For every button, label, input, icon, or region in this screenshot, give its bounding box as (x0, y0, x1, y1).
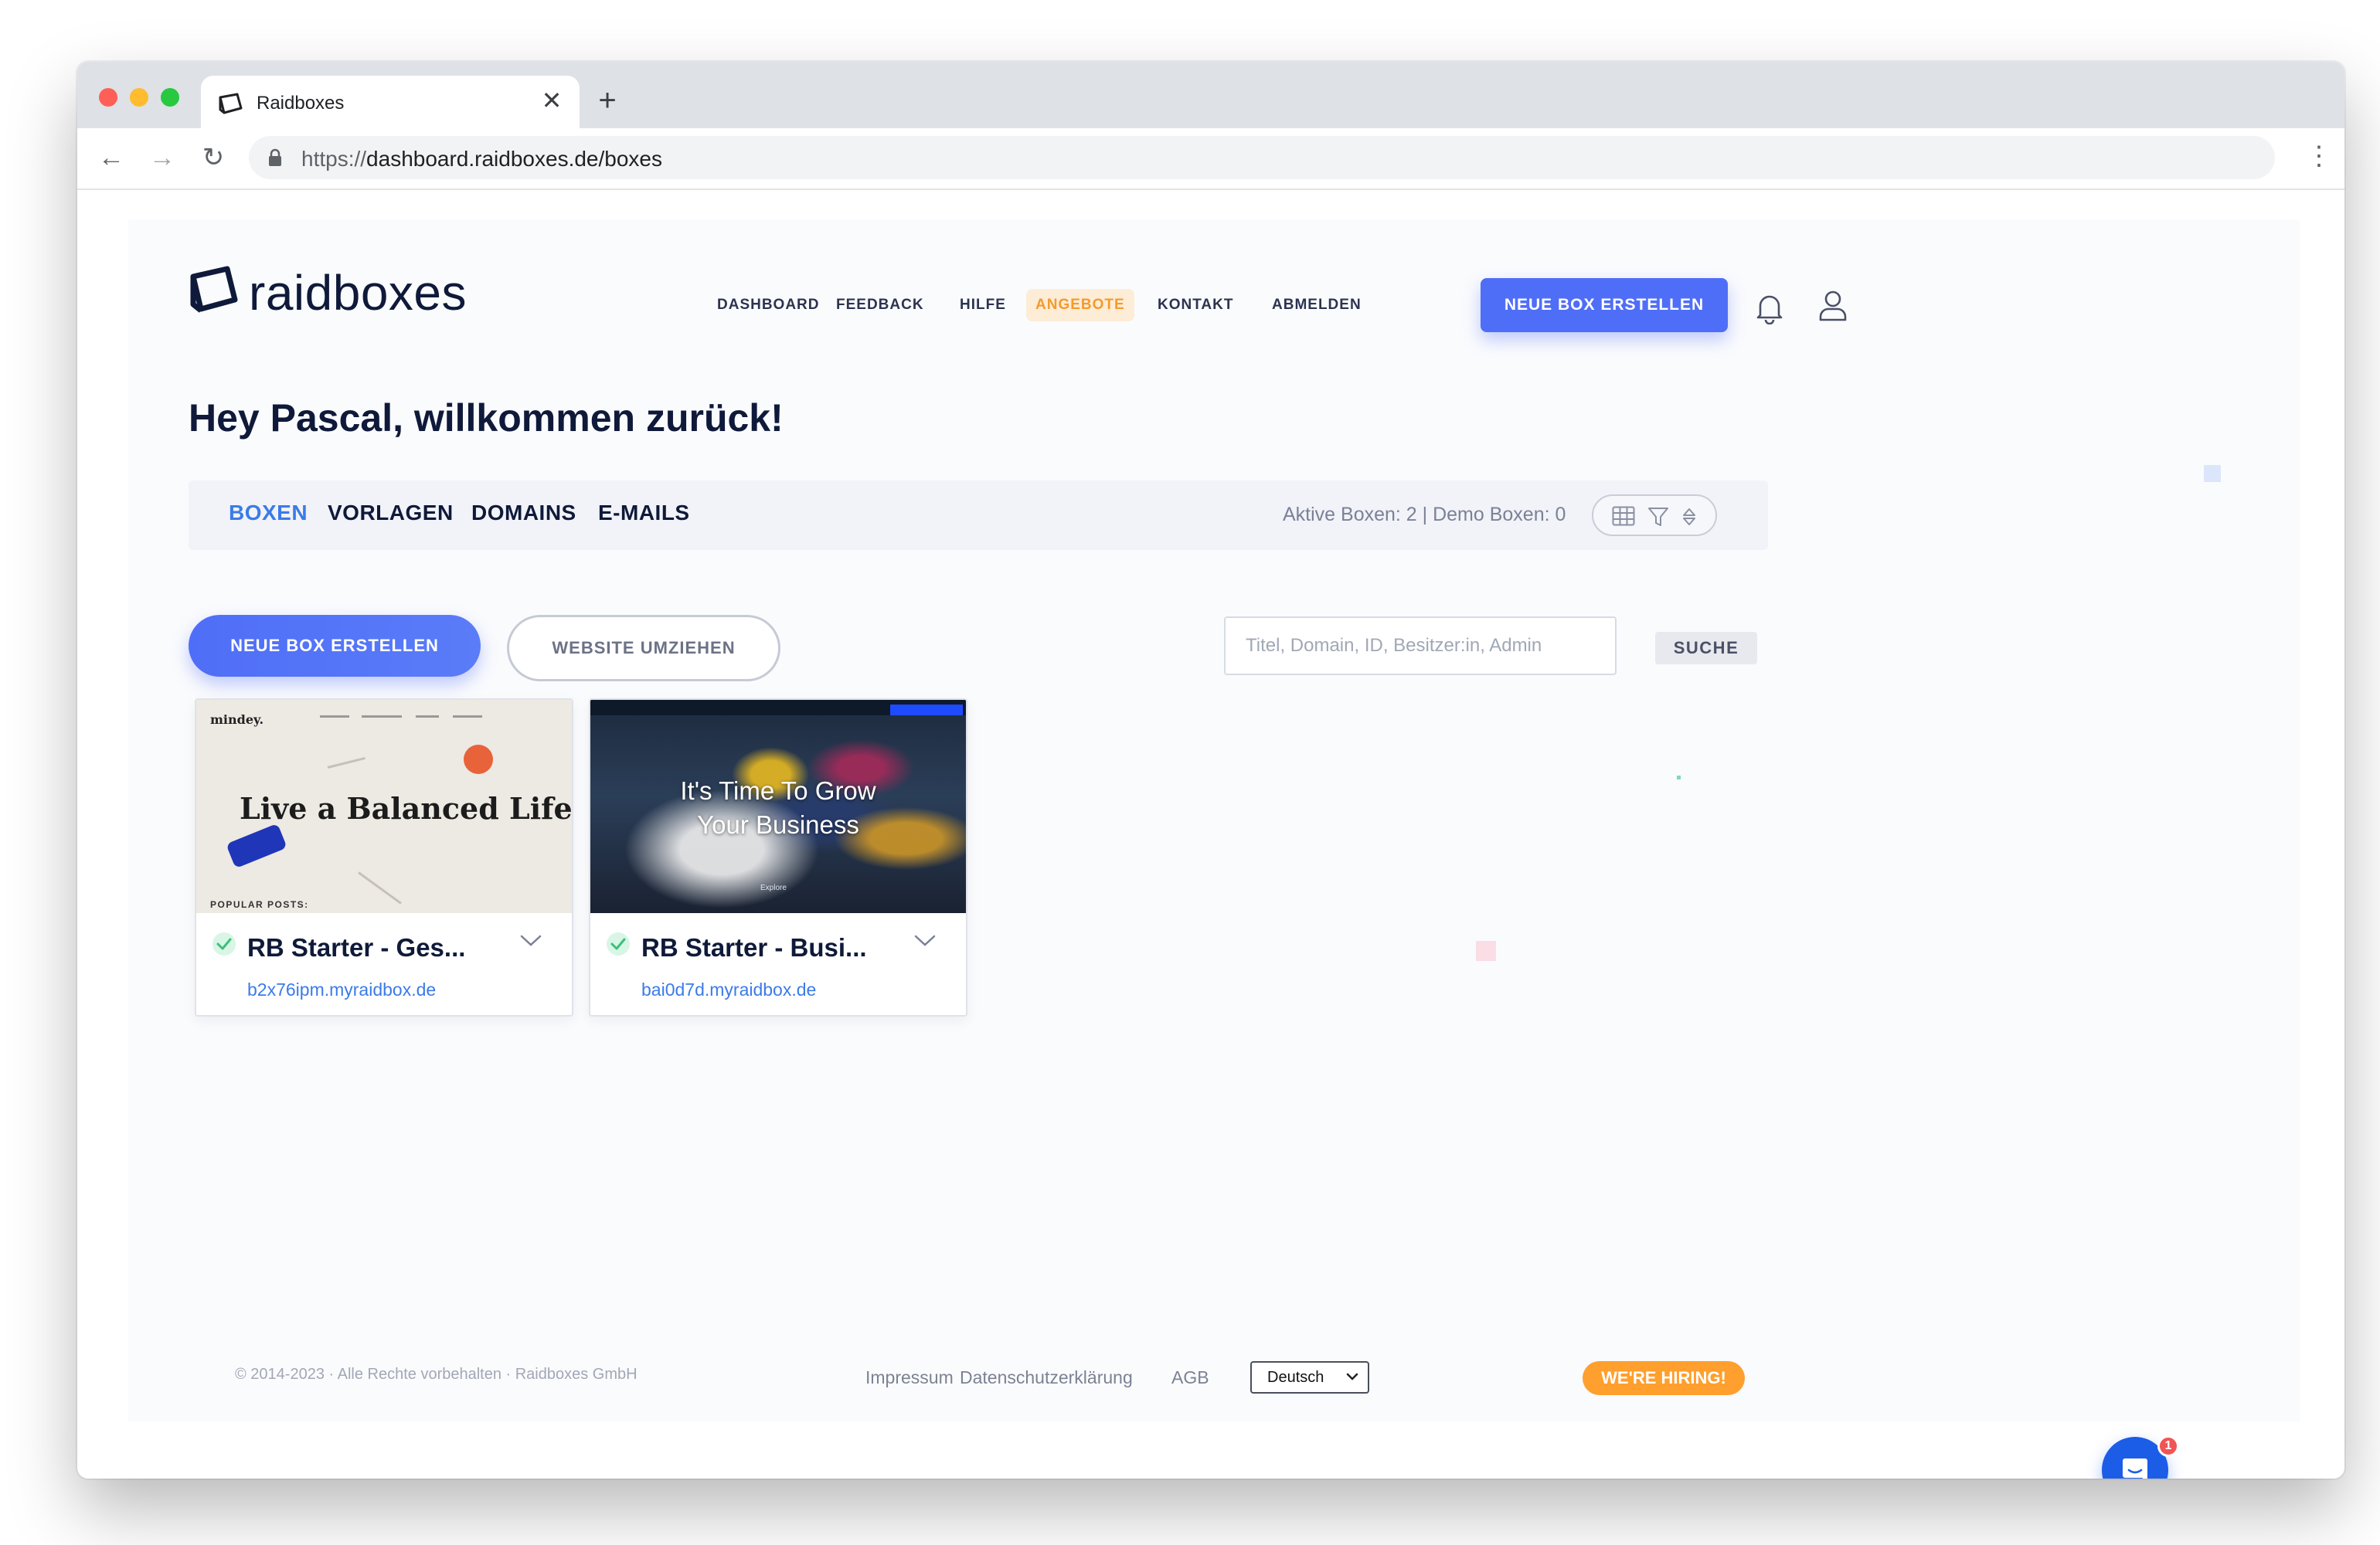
status-check-icon (212, 932, 236, 956)
grid-view-icon[interactable] (1612, 506, 1635, 526)
copyright-text: © 2014-2023 · Alle Rechte vorbehalten · … (235, 1366, 638, 1383)
browser-menu-icon[interactable]: ⋮ (2306, 141, 2332, 178)
view-options (1592, 494, 1717, 536)
dashboard: raidboxes DASHBOARD FEEDBACK HILFE ANGEB… (128, 219, 2300, 1421)
language-select-value: Deutsch (1267, 1369, 1324, 1386)
page: raidboxes DASHBOARD FEEDBACK HILFE ANGEB… (77, 190, 2344, 1479)
tab-boxen[interactable]: BOXEN (229, 501, 308, 525)
status-check-icon (607, 932, 630, 956)
box-domain-link[interactable]: bai0d7d.myraidbox.de (641, 980, 816, 1000)
search-input[interactable] (1224, 616, 1617, 675)
chevron-down-icon[interactable] (519, 933, 542, 949)
back-arrow-icon[interactable]: ← (93, 139, 130, 176)
tab-vorlagen[interactable]: VORLAGEN (328, 501, 454, 525)
chevron-down-icon (1346, 1373, 1358, 1380)
minimize-window-button[interactable] (130, 88, 148, 107)
nav-abmelden[interactable]: ABMELDEN (1272, 289, 1362, 321)
thumbnail-headline: It's Time To Grow Your Business (680, 776, 876, 839)
box-thumbnail[interactable]: It's Time To Grow Your Business Explore (590, 700, 966, 913)
browser-tab[interactable]: Raidboxes ✕ (201, 76, 580, 128)
box-title: RB Starter - Ges... (247, 933, 466, 962)
thumbnail-brand: mindey. (210, 712, 264, 727)
chat-notification-badge: 1 (2157, 1435, 2179, 1457)
page-title: Hey Pascal, willkommen zurück! (189, 396, 784, 440)
box-card-footer: RB Starter - Busi... bai0d7d.myraidbox.d… (590, 913, 966, 1015)
thumbnail-posts-label: POPULAR POSTS: (210, 899, 309, 910)
box-stats: Aktive Boxen: 2 | Demo Boxen: 0 (1283, 504, 1566, 525)
decor-confetti (1476, 941, 1496, 961)
search-button[interactable]: SUCHE (1655, 632, 1757, 664)
tab-strip: Raidboxes ✕ + (77, 62, 2344, 128)
close-window-button[interactable] (99, 88, 117, 107)
logo-text: raidboxes (249, 265, 467, 321)
decor-confetti (2204, 465, 2221, 482)
filter-icon[interactable] (1647, 506, 1669, 528)
forward-arrow-icon[interactable]: → (144, 139, 181, 176)
footer-link-agb[interactable]: AGB (1171, 1367, 1209, 1388)
thumbnail-menu-item (362, 715, 402, 718)
tab-domains[interactable]: DOMAINS (471, 501, 576, 525)
nav-hilfe[interactable]: HILFE (960, 289, 1006, 321)
move-website-button[interactable]: WEBSITE UMZIEHEN (507, 615, 780, 681)
sort-icon[interactable] (1681, 506, 1697, 528)
tab-emails[interactable]: E-MAILS (598, 501, 690, 525)
decor-line (358, 871, 402, 905)
decor-orange-circle (464, 745, 493, 774)
new-tab-button[interactable]: + (589, 83, 626, 121)
address-bar[interactable]: https://dashboard.raidboxes.de/boxes (249, 136, 2275, 179)
chat-icon (2123, 1458, 2147, 1479)
reload-icon[interactable]: ↻ (195, 139, 232, 176)
box-domain-link[interactable]: b2x76ipm.myraidbox.de (247, 980, 436, 1000)
thumbnail-menu-item (453, 715, 482, 718)
raidboxes-favicon-icon (219, 93, 243, 114)
nav-dashboard[interactable]: DASHBOARD (717, 289, 820, 321)
maximize-window-button[interactable] (161, 88, 179, 107)
browser-toolbar: ← → ↻ https://dashboard.raidboxes.de/box… (77, 128, 2344, 190)
section-tabbar: BOXEN VORLAGEN DOMAINS E-MAILS Aktive Bo… (189, 480, 1768, 550)
thumbnail-explore-link: Explore (760, 884, 787, 892)
box-card-footer: RB Starter - Ges... b2x76ipm.myraidbox.d… (196, 913, 572, 1015)
thumbnail-menu-item (416, 715, 439, 718)
nav-angebote[interactable]: ANGEBOTE (1026, 289, 1134, 321)
chevron-down-icon[interactable] (913, 933, 937, 949)
box-thumbnail[interactable]: mindey. Live a Balanced Life POPULAR POS… (196, 700, 572, 913)
browser-window: Raidboxes ✕ + ← → ↻ https://dashboard.ra… (77, 62, 2344, 1479)
footer-link-datenschutz[interactable]: Datenschutzerklärung (960, 1367, 1133, 1388)
footer-link-impressum[interactable]: Impressum (865, 1367, 954, 1388)
new-box-button[interactable]: NEUE BOX ERSTELLEN (189, 615, 481, 677)
thumbnail-headline: Live a Balanced Life (240, 791, 572, 826)
box-card[interactable]: It's Time To Grow Your Business Explore … (589, 698, 967, 1017)
bell-icon[interactable] (1754, 290, 1785, 324)
box-card[interactable]: mindey. Live a Balanced Life POPULAR POS… (195, 698, 573, 1017)
nav-kontakt[interactable]: KONTAKT (1158, 289, 1233, 321)
thumbnail-cta (890, 705, 963, 715)
header-new-box-button[interactable]: NEUE BOX ERSTELLEN (1481, 278, 1728, 332)
user-icon[interactable] (1817, 289, 1848, 323)
tab-title: Raidboxes (257, 93, 345, 114)
nav-feedback[interactable]: FEEDBACK (836, 289, 924, 321)
hiring-badge[interactable]: WE'RE HIRING! (1583, 1361, 1745, 1395)
raidboxes-logo-icon (190, 266, 238, 313)
decor-blue-shape (226, 823, 287, 869)
decor-confetti (1677, 776, 1681, 779)
box-title: RB Starter - Busi... (641, 933, 867, 962)
lock-icon (269, 148, 281, 166)
tab-close-icon[interactable]: ✕ (538, 87, 566, 114)
decor-line (327, 756, 366, 769)
thumbnail-menu-item (320, 715, 349, 718)
url-text: https://dashboard.raidboxes.de/boxes (301, 147, 662, 171)
